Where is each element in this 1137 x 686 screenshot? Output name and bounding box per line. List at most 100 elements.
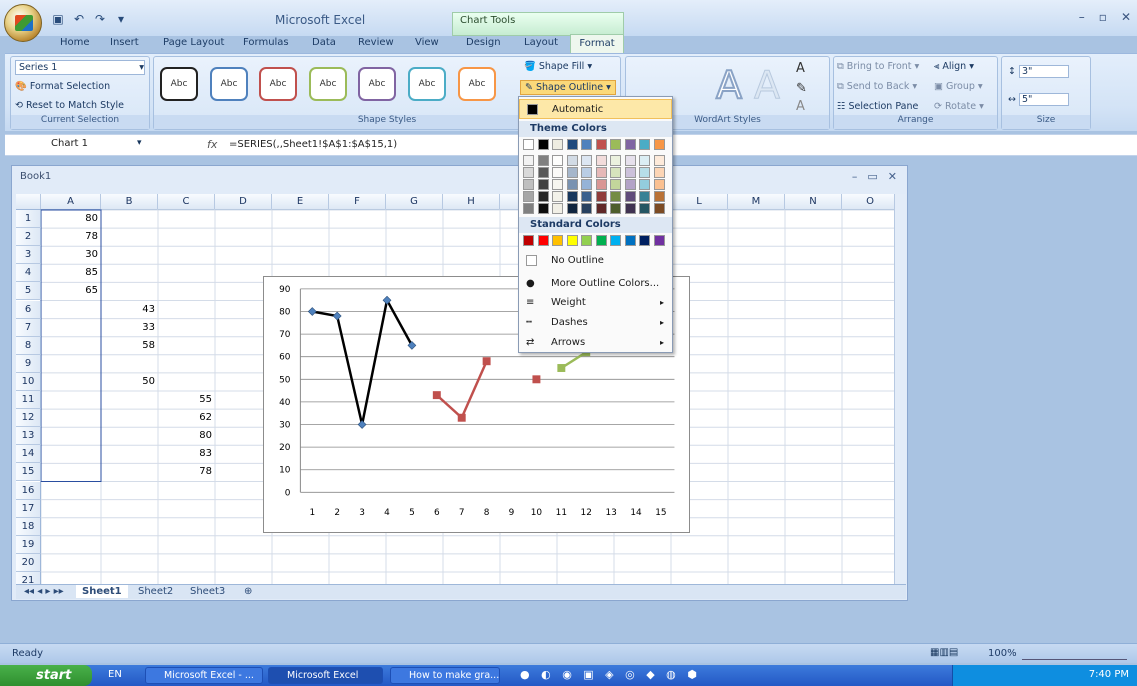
standard-color-swatch[interactable] — [581, 235, 592, 246]
cell-c15[interactable]: 78 — [158, 463, 215, 481]
rotate-button[interactable]: ⟳ Rotate ▾ — [934, 101, 984, 112]
shape-outline-button[interactable]: ✎ Shape Outline ▾ — [520, 80, 616, 95]
cell-b8[interactable]: 58 — [101, 337, 158, 355]
theme-color-shade[interactable] — [624, 155, 636, 166]
theme-color-swatch[interactable] — [566, 139, 578, 150]
theme-color-shade[interactable] — [639, 155, 650, 166]
theme-color-shade[interactable] — [595, 203, 607, 214]
insert-sheet-icon[interactable]: ⊕ — [238, 585, 258, 598]
cell-c11[interactable]: 55 — [158, 391, 215, 409]
sheet-nav-icon[interactable]: ◂◂ ◂ ▸ ▸▸ — [18, 585, 70, 598]
shape-fill-button[interactable]: 🪣 Shape Fill ▾ — [524, 61, 592, 72]
theme-color-shade[interactable] — [624, 203, 636, 214]
standard-color-swatch[interactable] — [537, 235, 549, 246]
menu-automatic[interactable]: Automatic — [519, 99, 672, 119]
row-header-14[interactable]: 14 — [16, 445, 41, 464]
row-header-7[interactable]: 7 — [16, 318, 41, 337]
theme-color-grid[interactable] — [523, 139, 673, 215]
row-header-5[interactable]: 5 — [16, 282, 41, 301]
theme-color-shade[interactable] — [581, 179, 592, 190]
theme-color-shade[interactable] — [537, 191, 549, 202]
office-button[interactable] — [4, 4, 42, 42]
row-header-21[interactable]: 21 — [16, 572, 41, 584]
standard-color-swatch[interactable] — [566, 235, 578, 246]
theme-color-swatch[interactable] — [581, 139, 592, 150]
row-header-2[interactable]: 2 — [16, 228, 41, 247]
cell-b6[interactable]: 43 — [101, 301, 158, 319]
standard-color-swatch[interactable] — [624, 235, 636, 246]
standard-color-swatch[interactable] — [552, 235, 563, 246]
row-header-15[interactable]: 15 — [16, 463, 41, 482]
theme-color-shade[interactable] — [653, 179, 665, 190]
cell-b7[interactable]: 33 — [101, 319, 158, 337]
theme-color-swatch[interactable] — [610, 139, 621, 150]
menu-more-colors[interactable]: ● More Outline Colors... — [519, 274, 672, 294]
cell-a4[interactable]: 85 — [41, 264, 101, 282]
standard-color-swatch[interactable] — [639, 235, 650, 246]
reset-to-match-style-button[interactable]: ⟲ Reset to Match Style — [15, 100, 124, 111]
theme-color-shade[interactable] — [523, 191, 534, 202]
theme-color-shade[interactable] — [624, 167, 636, 178]
theme-color-shade[interactable] — [581, 191, 592, 202]
shape-style-swatch[interactable]: Abc — [458, 67, 496, 101]
theme-color-shade[interactable] — [610, 203, 621, 214]
theme-color-shade[interactable] — [566, 155, 578, 166]
wordart-style[interactable]: A — [715, 62, 743, 108]
theme-color-shade[interactable] — [523, 203, 534, 214]
row-header-16[interactable]: 16 — [16, 481, 41, 500]
redo-icon[interactable]: ↷ — [92, 11, 108, 27]
zoom-slider[interactable] — [1022, 646, 1127, 660]
wordart-style[interactable]: A — [754, 63, 781, 108]
insert-function-icon[interactable]: fx — [207, 138, 217, 151]
theme-color-shade[interactable] — [595, 191, 607, 202]
cell-a3[interactable]: 30 — [41, 246, 101, 264]
theme-color-shade[interactable] — [610, 155, 621, 166]
theme-color-shade[interactable] — [610, 179, 621, 190]
group-button[interactable]: ▣ Group ▾ — [934, 81, 983, 92]
theme-color-shade[interactable] — [566, 167, 578, 178]
theme-color-shade[interactable] — [581, 167, 592, 178]
format-selection-button[interactable]: 🎨 Format Selection — [15, 81, 110, 92]
theme-color-swatch[interactable] — [552, 139, 563, 150]
cell-a2[interactable]: 78 — [41, 228, 101, 246]
width-field[interactable]: ↔ 5" — [1008, 93, 1069, 106]
sheet-tab-1[interactable]: Sheet1 — [76, 585, 128, 598]
formula-input[interactable]: =SERIES(,,Sheet1!$A$1:$A$15,1) — [229, 139, 397, 150]
tab-insert[interactable]: Insert — [110, 37, 139, 48]
theme-color-shade[interactable] — [581, 155, 592, 166]
menu-dashes[interactable]: ┅ Dashes ▸ — [519, 313, 672, 333]
chart-elements-dropdown[interactable]: Series 1 ▾ — [15, 60, 145, 75]
tab-design[interactable]: Design — [466, 37, 501, 48]
theme-color-shade[interactable] — [537, 155, 549, 166]
row-header-12[interactable]: 12 — [16, 409, 41, 428]
theme-color-swatch[interactable] — [595, 139, 607, 150]
chevron-down-icon[interactable]: ▾ — [137, 138, 142, 148]
theme-color-shade[interactable] — [523, 179, 534, 190]
cell-c14[interactable]: 83 — [158, 445, 215, 463]
shape-style-swatch[interactable]: Abc — [259, 67, 297, 101]
theme-color-shade[interactable] — [653, 203, 665, 214]
standard-color-swatch[interactable] — [523, 235, 534, 246]
theme-color-shade[interactable] — [566, 179, 578, 190]
shape-style-swatch[interactable]: Abc — [309, 67, 347, 101]
theme-color-swatch[interactable] — [523, 139, 534, 150]
quick-launch-icons[interactable]: ● ◐ ◉ ▣ ◈ ◎ ◆ ◍ ⬢ — [520, 668, 701, 681]
theme-color-shade[interactable] — [595, 167, 607, 178]
start-button[interactable]: start — [0, 665, 92, 686]
vertical-scrollbar[interactable] — [894, 194, 906, 584]
restore-icon[interactable]: ▭ — [867, 170, 877, 183]
text-fill-icon[interactable]: A — [796, 61, 805, 76]
text-outline-icon[interactable]: ✎ — [796, 81, 807, 96]
tab-layout[interactable]: Layout — [524, 37, 558, 48]
minimize-icon[interactable]: – — [1079, 10, 1085, 24]
row-header-11[interactable]: 11 — [16, 391, 41, 410]
standard-color-swatch[interactable] — [653, 235, 665, 246]
theme-color-shade[interactable] — [523, 167, 534, 178]
theme-color-shade[interactable] — [552, 167, 563, 178]
bring-to-front-button[interactable]: ⧉ Bring to Front ▾ — [837, 61, 919, 72]
align-button[interactable]: ⫷ Align ▾ — [934, 61, 974, 72]
sheet-tab-3[interactable]: Sheet3 — [184, 585, 231, 598]
shape-style-swatch[interactable]: Abc — [358, 67, 396, 101]
row-header-20[interactable]: 20 — [16, 553, 41, 572]
close-icon[interactable]: ✕ — [1121, 10, 1131, 24]
